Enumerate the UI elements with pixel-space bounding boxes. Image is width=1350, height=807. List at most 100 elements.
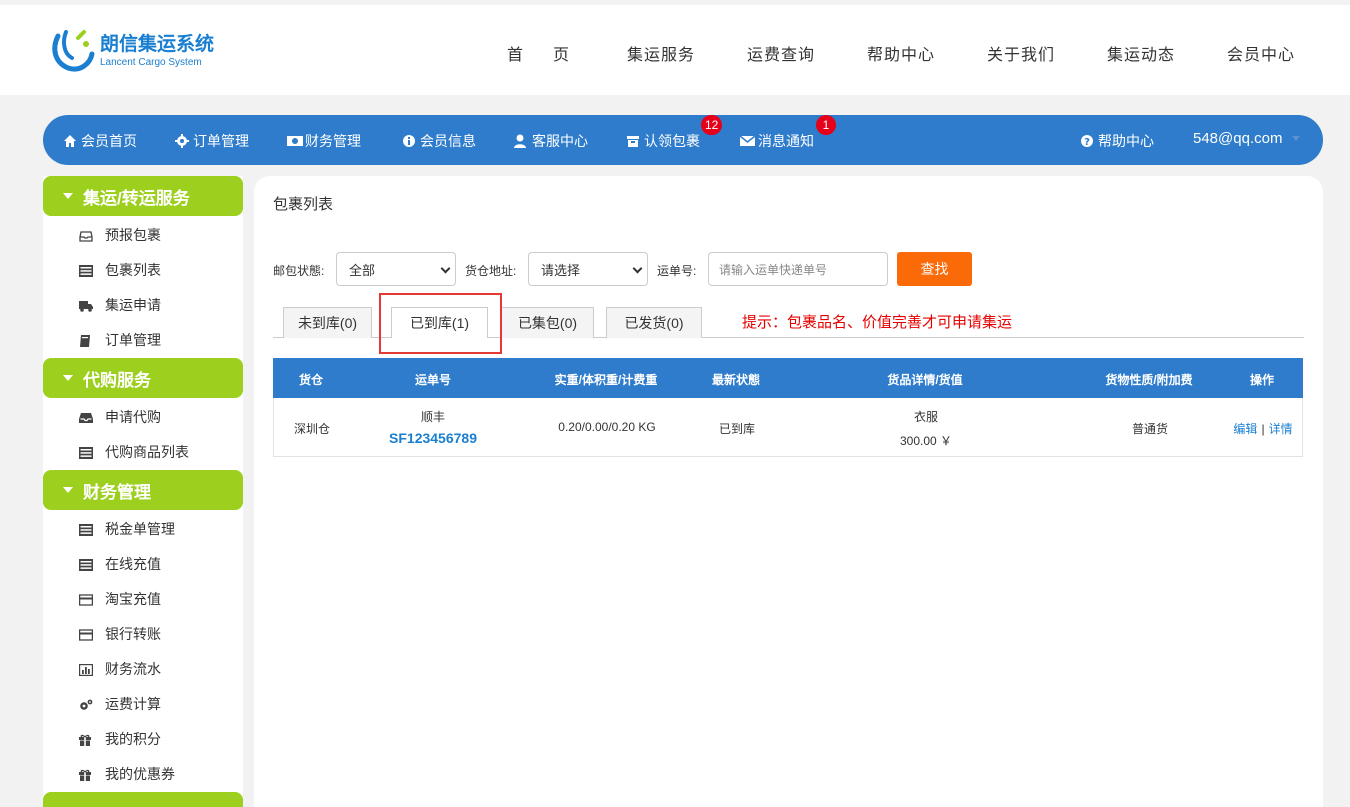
claim-parcel-badge: 12 xyxy=(701,115,723,135)
col-weights: 实重/体积重/计费重 xyxy=(554,373,658,387)
edit-link[interactable]: 编辑 xyxy=(1233,422,1257,436)
member-nav-messages-label: 消息通知 xyxy=(758,133,814,149)
sidebar-item-forecast-parcel[interactable]: 预报包裹 xyxy=(43,217,243,252)
sidebar-item-purchase-list[interactable]: 代购商品列表 xyxy=(43,434,243,469)
status-filter-select[interactable]: 全部 xyxy=(336,252,456,286)
tab-not-arrived[interactable]: 未到库(0) xyxy=(283,307,372,338)
nav-cargo-service[interactable]: 集运服务 xyxy=(627,41,695,65)
account-email: 548@qq.com xyxy=(1193,130,1283,147)
status-filter-label: 邮包状態: xyxy=(273,264,325,278)
sidebar-section-finance[interactable]: 财务管理 xyxy=(43,470,243,510)
member-nav-profile-label: 会员信息 xyxy=(420,133,476,149)
gift-icon xyxy=(79,768,93,781)
inbox-icon xyxy=(79,229,93,242)
gear-icon xyxy=(175,134,189,148)
tab-consolidated[interactable]: 已集包(0) xyxy=(501,307,594,338)
member-nav-home-label: 会员首页 xyxy=(81,133,137,149)
tracking-filter-label: 运单号: xyxy=(657,264,697,278)
home-icon xyxy=(63,134,77,148)
nav-help-center[interactable]: 帮助中心 xyxy=(867,41,935,65)
sidebar-item-my-points[interactable]: 我的积分 xyxy=(43,721,243,756)
messages-badge: 1 xyxy=(816,115,836,135)
warehouse-filter-select[interactable]: 请选择 xyxy=(528,252,648,286)
cell-warehouse: 深圳仓 xyxy=(293,422,331,436)
sidebar-item-bank-transfer[interactable]: 银行转账 xyxy=(43,616,243,651)
sidebar-item-label: 代购商品列表 xyxy=(105,443,189,460)
sidebar-item-label: 集运申请 xyxy=(105,296,161,313)
sidebar-item-label: 我的优惠券 xyxy=(105,765,175,782)
col-status: 最新状態 xyxy=(711,373,761,387)
sidebar-section-purchase[interactable]: 代购服务 xyxy=(43,358,243,398)
chevron-down-icon xyxy=(1292,136,1301,141)
tracking-number-input[interactable]: 请输入运单快递单号 xyxy=(708,252,888,286)
member-nav-claim-parcel-label: 认领包裹 xyxy=(644,133,700,149)
sidebar-section-title: 财务管理 xyxy=(83,482,151,502)
member-nav-bar: 会员首页 订单管理 财务管理 会员信息 客服中心 认领包裹 12 消息通知 1 … xyxy=(43,115,1323,165)
sidebar-section-title: 代购服务 xyxy=(83,370,151,390)
col-warehouse: 货仓 xyxy=(298,373,324,387)
member-nav-help[interactable]: ? 帮助中心 xyxy=(1080,131,1154,151)
card-icon xyxy=(78,628,94,641)
tracking-number-placeholder: 请输入运单快递单号 xyxy=(719,262,828,277)
money-icon xyxy=(287,134,303,148)
cell-tracking-no[interactable]: SF123456789 xyxy=(389,430,477,446)
member-nav-service-label: 客服中心 xyxy=(532,133,588,149)
nav-freight-query[interactable]: 运费查询 xyxy=(747,41,815,65)
list-icon xyxy=(79,523,93,536)
question-icon: ? xyxy=(1080,134,1094,148)
nav-member-center[interactable]: 会员中心 xyxy=(1227,41,1295,65)
list-icon xyxy=(79,446,93,459)
list-icon xyxy=(79,264,93,277)
member-nav-finance[interactable]: 财务管理 xyxy=(287,131,361,151)
sidebar-item-cargo-apply[interactable]: 集运申请 xyxy=(43,287,243,322)
truck-icon xyxy=(79,299,93,312)
active-tab-highlight xyxy=(379,293,502,354)
nav-news[interactable]: 集运动态 xyxy=(1107,41,1175,65)
member-nav-orders[interactable]: 订单管理 xyxy=(175,131,249,151)
cell-goods: 衣服 xyxy=(913,410,939,424)
col-goods: 货品详情/货值 xyxy=(887,373,963,387)
sidebar-item-parcel-list[interactable]: 包裹列表 xyxy=(43,252,243,287)
sidebar-item-label: 在线充值 xyxy=(105,555,161,572)
member-nav-messages[interactable]: 消息通知 xyxy=(739,131,814,151)
sidebar-item-order-manage[interactable]: 订单管理 xyxy=(43,322,243,357)
account-menu[interactable]: 548@qq.com xyxy=(1193,130,1301,147)
sidebar-item-label: 银行转账 xyxy=(105,625,161,642)
card-icon xyxy=(78,593,94,606)
tab-shipped[interactable]: 已发货(0) xyxy=(606,307,702,338)
cell-actions: 编辑 | 详情 xyxy=(1233,420,1292,437)
sidebar-item-apply-purchase[interactable]: 申请代购 xyxy=(43,399,243,434)
caret-down-icon xyxy=(63,193,73,199)
search-button[interactable]: 查找 xyxy=(897,252,972,286)
member-nav-home[interactable]: 会员首页 xyxy=(63,131,137,151)
member-nav-profile[interactable]: 会员信息 xyxy=(402,131,476,151)
sidebar-item-my-coupons[interactable]: 我的优惠券 xyxy=(43,756,243,791)
sidebar-item-finance-flow[interactable]: 财务流水 xyxy=(43,651,243,686)
sidebar-item-label: 我的积分 xyxy=(105,730,161,747)
member-nav-claim-parcel[interactable]: 认领包裹 xyxy=(626,131,700,151)
nav-home[interactable]: 首页 xyxy=(507,41,599,65)
nav-about-us[interactable]: 关于我们 xyxy=(987,41,1055,65)
info-icon xyxy=(402,134,416,148)
member-nav-service[interactable]: 客服中心 xyxy=(514,131,588,151)
tray-icon xyxy=(79,411,93,423)
detail-link[interactable]: 详情 xyxy=(1269,422,1293,436)
table-header: 货仓 运单号 实重/体积重/计费重 最新状態 货品详情/货值 货物性质/附加费 … xyxy=(273,358,1303,398)
cell-status: 已到库 xyxy=(718,422,756,436)
sidebar-item-tax-bills[interactable]: 税金单管理 xyxy=(43,511,243,546)
col-tracking-no: 运单号 xyxy=(414,373,452,387)
sidebar-section-title: 集运/转运服务 xyxy=(83,188,190,208)
sidebar-item-freight-calc[interactable]: 运费计算 xyxy=(43,686,243,721)
col-actions: 操作 xyxy=(1249,373,1275,387)
sidebar-item-online-recharge[interactable]: 在线充值 xyxy=(43,546,243,581)
sidebar-section-cargo[interactable]: 集运/转运服务 xyxy=(43,176,243,216)
sidebar-item-label: 财务流水 xyxy=(105,660,161,677)
parcel-list-panel: 包裹列表 邮包状態: 全部 货仓地址: 请选择 运单号: 请输入运单快递单号 查… xyxy=(254,176,1323,807)
chevron-down-icon xyxy=(632,263,643,274)
page-title: 包裹列表 xyxy=(273,196,334,213)
member-nav-help-label: 帮助中心 xyxy=(1098,133,1154,149)
member-nav-orders-label: 订单管理 xyxy=(193,133,249,149)
sidebar-section-next[interactable] xyxy=(43,792,243,807)
sidebar-item-taobao-recharge[interactable]: 淘宝充值 xyxy=(43,581,243,616)
caret-down-icon xyxy=(63,487,73,493)
